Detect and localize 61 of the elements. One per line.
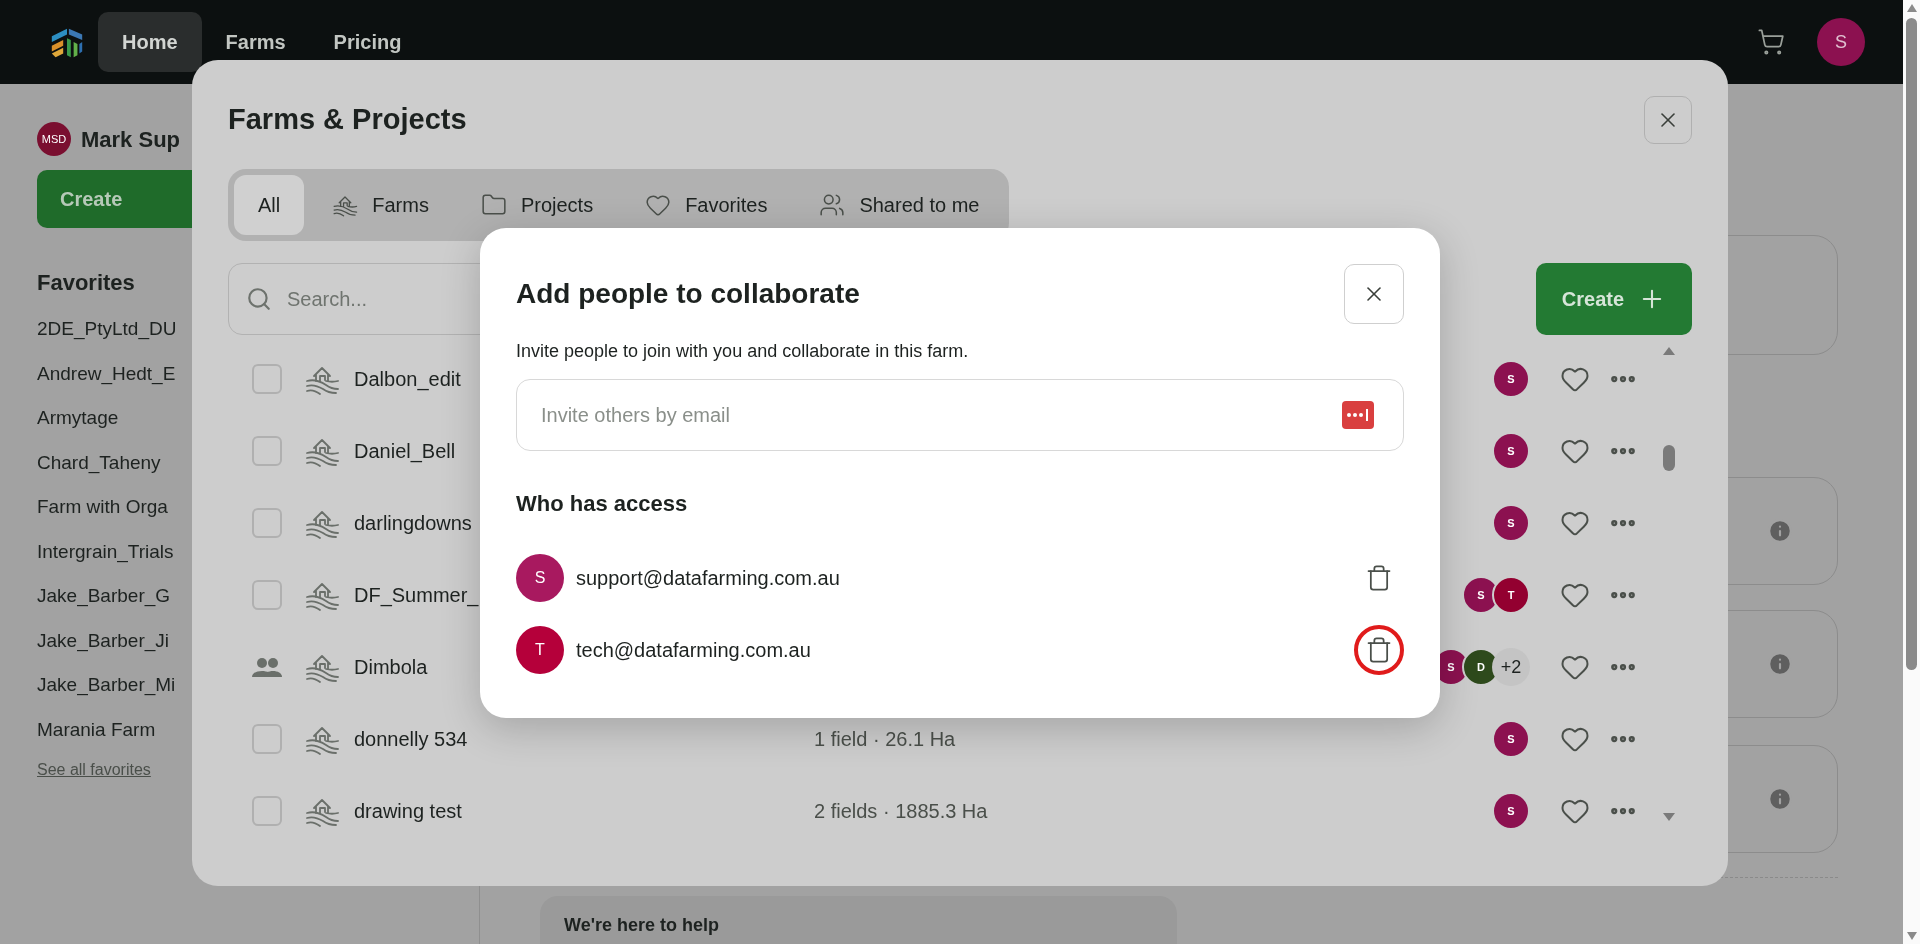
- scrollbar-thumb[interactable]: [1906, 18, 1917, 670]
- info-icon[interactable]: [1767, 651, 1793, 677]
- more-members-badge: +2: [1492, 648, 1530, 686]
- dialog-title: Farms & Projects: [228, 102, 467, 138]
- favorites-heading: Favorites: [37, 269, 135, 297]
- filter-tab[interactable]: Farms: [308, 175, 453, 235]
- filter-tab[interactable]: Projects: [456, 175, 618, 235]
- farm-details: 1 field · 26.1 Ha: [814, 727, 956, 752]
- filter-tab[interactable]: Favorites: [621, 175, 792, 235]
- password-manager-icon[interactable]: [1342, 401, 1374, 429]
- scroll-up-icon[interactable]: [1906, 4, 1917, 12]
- info-icon[interactable]: [1767, 518, 1793, 544]
- checkbox[interactable]: [252, 580, 282, 610]
- avatar: S: [1492, 792, 1530, 830]
- avatar: S: [1492, 360, 1530, 398]
- avatar: S: [1492, 432, 1530, 470]
- scroll-down-icon[interactable]: [1906, 932, 1917, 940]
- search-icon: [246, 286, 272, 312]
- avatar: T: [1492, 576, 1530, 614]
- invite-field[interactable]: Invite others by email: [516, 379, 1404, 451]
- scroll-down-icon[interactable]: [1663, 813, 1675, 821]
- close-button[interactable]: [1344, 264, 1404, 324]
- info-icon[interactable]: [1767, 786, 1793, 812]
- checkbox[interactable]: [252, 364, 282, 394]
- user-avatar[interactable]: S: [1817, 18, 1865, 66]
- dialog-description: Invite people to join with you and collaborate in this farm.: [516, 340, 970, 363]
- nav-tab[interactable]: Pricing: [309, 12, 426, 72]
- trash-icon: [1365, 564, 1393, 592]
- section-heading: Who has access: [516, 490, 689, 518]
- farm-name[interactable]: donnelly 534: [354, 724, 754, 754]
- farm-name[interactable]: drawing test: [354, 796, 754, 826]
- nav-tab[interactable]: Home: [98, 12, 202, 72]
- create-button[interactable]: Create: [1536, 263, 1692, 335]
- user-name: Mark Sup: [81, 125, 181, 154]
- heart-icon: [645, 192, 672, 218]
- checkbox[interactable]: [252, 508, 282, 538]
- avatar: S: [1492, 504, 1530, 542]
- user-avatar: MSD: [37, 122, 71, 156]
- avatar: T: [516, 626, 564, 674]
- people-icon: [819, 192, 846, 218]
- nav-tab[interactable]: Farms: [201, 12, 310, 72]
- checkbox[interactable]: [252, 436, 282, 466]
- scrollbar-thumb[interactable]: [1663, 445, 1675, 471]
- scroll-up-icon[interactable]: [1663, 347, 1675, 355]
- person-email: tech@datafarming.com.au: [576, 638, 811, 663]
- close-button[interactable]: [1644, 96, 1692, 144]
- filter-tab[interactable]: Shared to me: [795, 175, 1004, 235]
- person-email: support@datafarming.com.au: [576, 566, 840, 591]
- checkbox[interactable]: [252, 724, 282, 754]
- delete-button[interactable]: [1354, 625, 1404, 675]
- scrollbar[interactable]: [1903, 0, 1920, 944]
- cart-icon[interactable]: [1757, 28, 1785, 56]
- avatar: S: [516, 554, 564, 602]
- farm-details: 2 fields · 1885.3 Ha: [814, 799, 988, 824]
- dialog-title: Add people to collaborate: [516, 277, 860, 311]
- avatar: S: [1492, 720, 1530, 758]
- filter-tab[interactable]: All: [234, 175, 305, 235]
- checkbox[interactable]: [252, 796, 282, 826]
- trash-icon: [1365, 636, 1393, 664]
- help-title: We're here to help: [564, 915, 719, 935]
- shared-icon: [252, 657, 282, 677]
